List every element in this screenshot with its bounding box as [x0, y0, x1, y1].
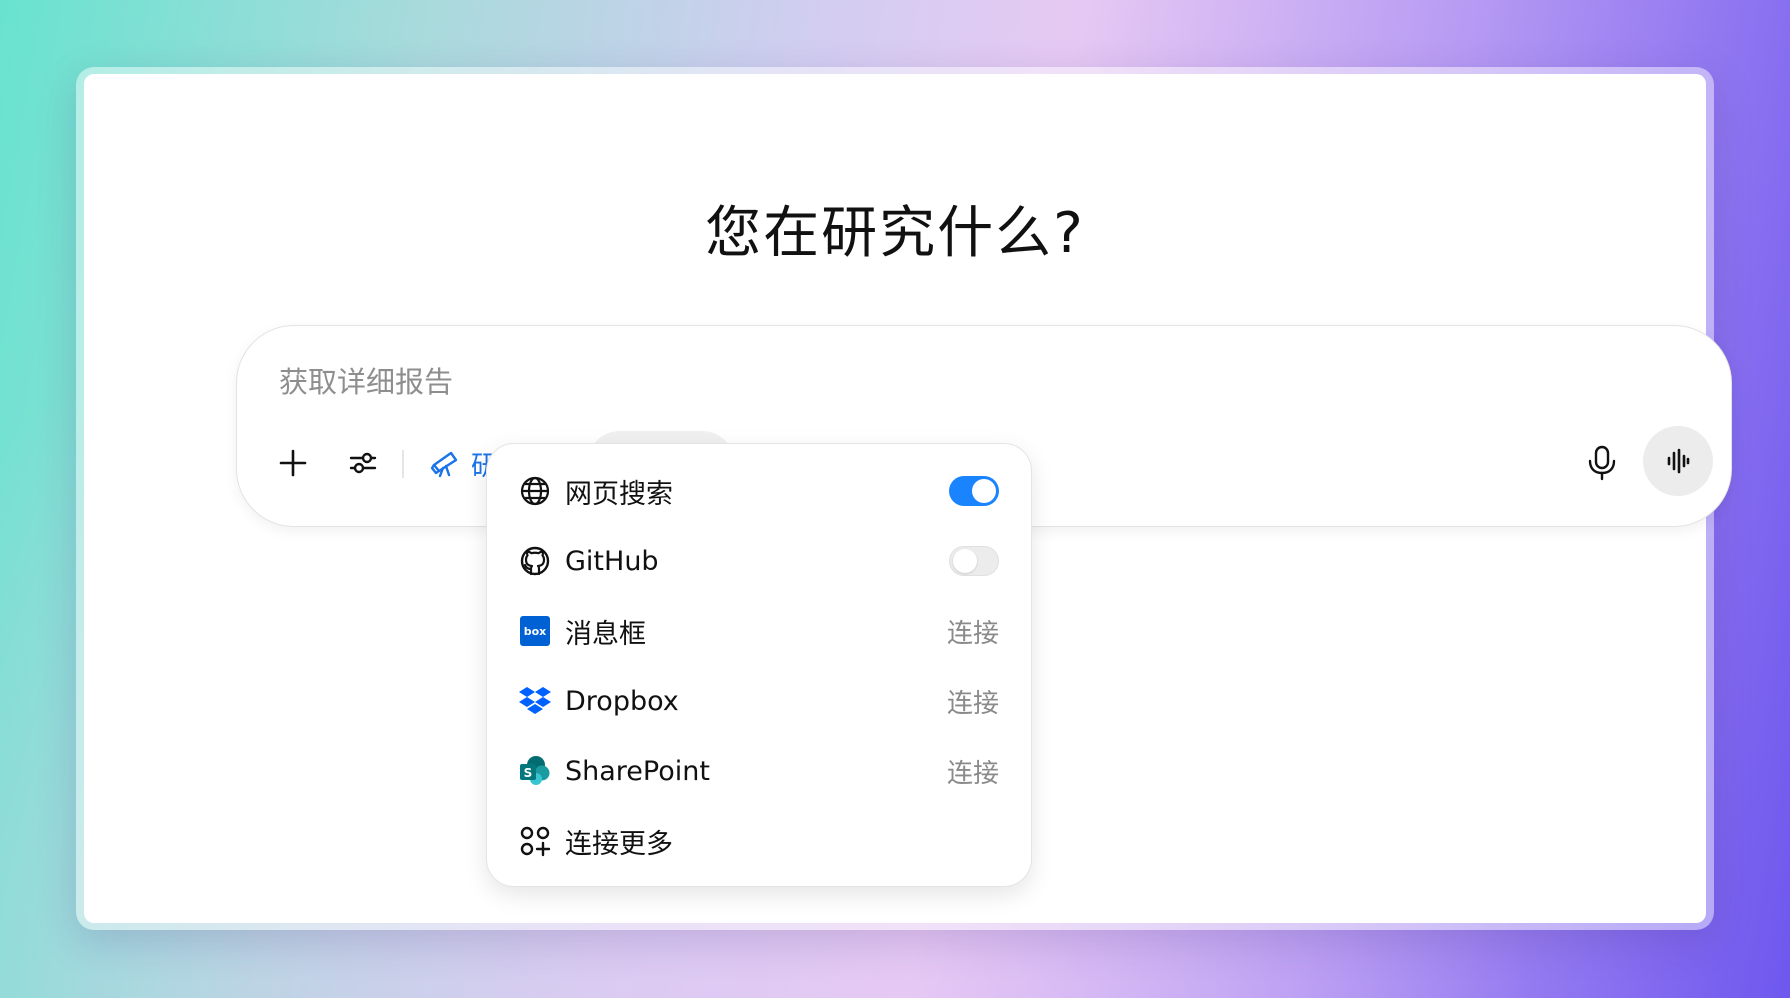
source-item-label: Dropbox: [565, 685, 679, 717]
source-item-label: 连接更多: [565, 828, 673, 860]
connect-more-item[interactable]: 连接更多: [519, 816, 999, 866]
source-item-label: 网页搜索: [565, 478, 673, 510]
settings-button[interactable]: [341, 441, 385, 485]
source-item-label: GitHub: [565, 545, 659, 577]
web-search-toggle[interactable]: [949, 476, 999, 506]
voice-mode-button[interactable]: [1643, 426, 1713, 496]
source-item-web-search[interactable]: 网页搜索: [519, 466, 999, 516]
source-item-box[interactable]: box 消息框 连接: [519, 606, 999, 656]
box-icon: box: [519, 615, 551, 647]
toolbar-divider: [402, 450, 404, 478]
source-item-sharepoint[interactable]: S SharePoint 连接: [519, 746, 999, 796]
apps-plus-icon: [519, 825, 551, 857]
svg-text:box: box: [524, 625, 547, 638]
dropbox-icon: [519, 685, 551, 717]
svg-text:S: S: [524, 766, 533, 780]
sharepoint-icon: S: [519, 755, 551, 787]
connect-dropbox-button[interactable]: 连接: [947, 683, 999, 720]
prompt-input[interactable]: [279, 360, 1379, 404]
waveform-icon: [1667, 448, 1690, 474]
connect-box-button[interactable]: 连接: [947, 613, 999, 650]
sources-dropdown: 网页搜索 GitHub box 消息框 连接 Dropbox 连接 S Shar…: [486, 443, 1032, 887]
source-item-label: 消息框: [565, 618, 646, 650]
microphone-button[interactable]: [1577, 438, 1627, 488]
microphone-icon: [1588, 445, 1616, 481]
connect-sharepoint-button[interactable]: 连接: [947, 753, 999, 790]
sliders-icon: [349, 452, 377, 474]
source-item-github[interactable]: GitHub: [519, 536, 999, 586]
telescope-icon: [430, 451, 458, 478]
github-icon: [519, 545, 551, 577]
source-item-label: SharePoint: [565, 755, 710, 787]
github-toggle[interactable]: [949, 546, 999, 576]
source-item-dropbox[interactable]: Dropbox 连接: [519, 676, 999, 726]
page-title: 您在研究什么?: [705, 201, 1085, 266]
plus-icon: [279, 449, 307, 477]
add-attachment-button[interactable]: [271, 441, 315, 485]
globe-icon: [519, 475, 551, 507]
